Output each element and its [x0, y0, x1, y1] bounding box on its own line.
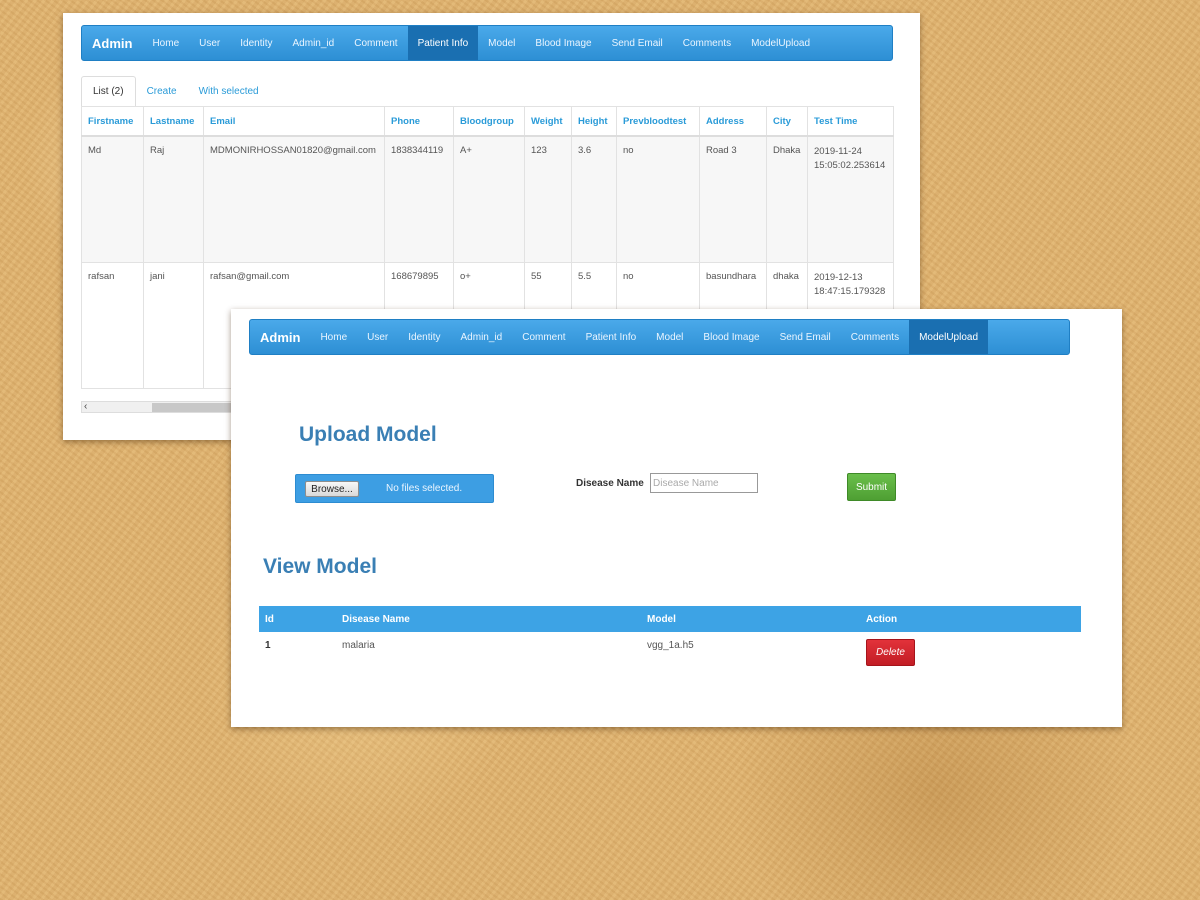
upload-model-heading: Upload Model [299, 423, 437, 446]
column-header[interactable]: Height [571, 106, 617, 137]
list-tabs: List (2) Create With selected [81, 76, 893, 107]
nav-item-blood-image[interactable]: Blood Image [693, 320, 769, 354]
nav-item-user[interactable]: User [357, 320, 398, 354]
nav-item-model-upload[interactable]: ModelUpload [909, 320, 989, 354]
model-table: Id Disease Name Model Action 1 malaria v… [259, 606, 1081, 672]
table-cell: A+ [453, 135, 525, 263]
model-upload-window: Admin Home User Identity Admin_id Commen… [231, 309, 1122, 727]
column-header: Disease Name [336, 606, 641, 632]
nav-item-user[interactable]: User [189, 26, 230, 60]
column-header[interactable]: Email [203, 106, 385, 137]
navbar-brand[interactable]: Admin [250, 330, 310, 345]
table-cell: 1838344119 [384, 135, 454, 263]
nav-item-identity[interactable]: Identity [398, 320, 450, 354]
nav-item-send-email[interactable]: Send Email [770, 320, 841, 354]
disease-name-cell: malaria [342, 640, 375, 651]
disease-name-label: Disease Name [576, 478, 644, 489]
nav-item-model-upload[interactable]: ModelUpload [741, 26, 820, 60]
table-cell: 3.6 [571, 135, 617, 263]
table-cell: Dhaka [766, 135, 808, 263]
tab-with-selected[interactable]: With selected [188, 76, 270, 106]
model-id-cell: 1 [265, 640, 271, 651]
column-header[interactable]: City [766, 106, 808, 137]
column-header[interactable]: Address [699, 106, 767, 137]
nav-item-home[interactable]: Home [310, 320, 357, 354]
table-cell: MDMONIRHOSSAN01820@gmail.com [203, 135, 385, 263]
column-header[interactable]: Weight [524, 106, 572, 137]
nav-item-patient-info[interactable]: Patient Info [576, 320, 647, 354]
nav-item-comments[interactable]: Comments [673, 26, 741, 60]
file-upload-field[interactable]: Browse... No files selected. [295, 474, 494, 503]
view-model-heading: View Model [263, 555, 377, 578]
nav-item-model[interactable]: Model [478, 26, 525, 60]
table-cell: no [616, 135, 700, 263]
tab-list[interactable]: List (2) [81, 76, 136, 107]
table-cell: Md [81, 135, 144, 263]
column-header: Id [259, 606, 336, 632]
nav-item-blood-image[interactable]: Blood Image [525, 26, 601, 60]
column-header: Action [860, 606, 1081, 632]
table-header-row: Id Disease Name Model Action [259, 606, 1081, 632]
column-header: Model [641, 606, 860, 632]
nav-item-admin-id[interactable]: Admin_id [283, 26, 345, 60]
table-cell: rafsan [81, 262, 144, 389]
nav-item-model[interactable]: Model [646, 320, 693, 354]
table-cell: 2019-11-24 15:05:02.253614 [807, 135, 894, 263]
nav-item-identity[interactable]: Identity [230, 26, 282, 60]
table-row: 1 malaria vgg_1a.h5 Delete [259, 632, 1081, 672]
tab-create[interactable]: Create [136, 76, 188, 106]
submit-button[interactable]: Submit [847, 473, 896, 501]
column-header[interactable]: Lastname [143, 106, 204, 137]
model-file-cell: vgg_1a.h5 [647, 640, 694, 651]
column-header[interactable]: Firstname [81, 106, 144, 137]
table-header-row: Firstname Lastname Email Phone Bloodgrou… [81, 106, 894, 137]
table-cell: 123 [524, 135, 572, 263]
nav-item-comments[interactable]: Comments [841, 320, 909, 354]
action-cell: Delete [860, 632, 1081, 672]
column-header[interactable]: Prevbloodtest [616, 106, 700, 137]
nav-item-comment[interactable]: Comment [344, 26, 407, 60]
table-cell: Road 3 [699, 135, 767, 263]
delete-button[interactable]: Delete [866, 639, 915, 666]
nav-item-admin-id[interactable]: Admin_id [451, 320, 513, 354]
scroll-left-icon[interactable]: ‹ [84, 401, 87, 412]
table-cell: Raj [143, 135, 204, 263]
navbar-brand[interactable]: Admin [82, 36, 142, 51]
navbar: Admin Home User Identity Admin_id Commen… [249, 319, 1070, 355]
nav-item-send-email[interactable]: Send Email [602, 26, 673, 60]
column-header[interactable]: Bloodgroup [453, 106, 525, 137]
table-row: Md Raj MDMONIRHOSSAN01820@gmail.com 1838… [81, 135, 894, 263]
nav-item-comment[interactable]: Comment [512, 320, 575, 354]
browse-button[interactable]: Browse... [305, 481, 359, 497]
column-header[interactable]: Test Time [807, 106, 894, 137]
disease-name-input[interactable] [650, 473, 758, 493]
navbar: Admin Home User Identity Admin_id Commen… [81, 25, 893, 61]
column-header[interactable]: Phone [384, 106, 454, 137]
nav-item-patient-info[interactable]: Patient Info [407, 26, 479, 60]
file-status-text: No files selected. [386, 483, 463, 494]
nav-item-home[interactable]: Home [142, 26, 189, 60]
table-cell: jani [143, 262, 204, 389]
